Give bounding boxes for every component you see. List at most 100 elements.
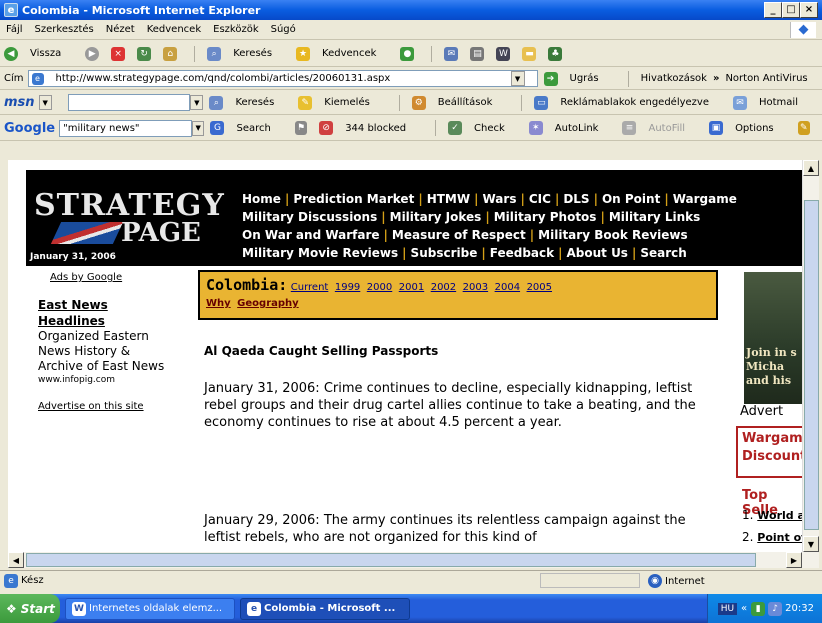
scroll-right-icon[interactable]: ▶ xyxy=(786,552,802,568)
address-dropdown[interactable]: ▼ xyxy=(510,71,525,86)
menu-file[interactable]: Fájl xyxy=(6,24,23,35)
popup-blocker-button[interactable]: ▭ Reklámablakok engedélyezve xyxy=(534,95,721,110)
media-icon[interactable]: ● xyxy=(400,46,415,61)
pagerank-icon[interactable]: ⚑ xyxy=(294,121,308,135)
scroll-up-icon[interactable]: ▲ xyxy=(803,160,819,176)
nav-link-home[interactable]: Home xyxy=(242,192,281,206)
address-input[interactable]: e http://www.strategypage.com/qnd/colomb… xyxy=(27,70,538,87)
msn-menu-dropdown[interactable]: ▼ xyxy=(38,95,52,110)
favorites-button[interactable]: ★ Kedvencek xyxy=(296,46,388,61)
msn-search-input[interactable] xyxy=(67,94,191,111)
year-link-1999[interactable]: 1999 xyxy=(335,282,360,293)
nav-link-on-war[interactable]: On War and Warfare xyxy=(242,228,380,242)
why-link[interactable]: Why xyxy=(206,298,231,309)
pencil-icon[interactable]: ✎ xyxy=(797,121,810,135)
nav-link-military-jokes[interactable]: Military Jokes xyxy=(390,210,482,224)
msn-search-button[interactable]: ⌕ Keresés xyxy=(209,95,286,110)
advertise-link[interactable]: Advertise on this site xyxy=(38,401,186,412)
scroll-left-icon[interactable]: ◀ xyxy=(8,552,24,568)
tray-chevron-icon[interactable]: « xyxy=(741,603,747,614)
network-icon[interactable]: ▮ xyxy=(751,601,766,616)
print-icon[interactable]: ▤ xyxy=(470,46,485,61)
scroll-thumb[interactable] xyxy=(804,200,819,530)
nav-link-wars[interactable]: Wars xyxy=(483,192,517,206)
spellcheck-button[interactable]: ✓ Check xyxy=(448,121,517,135)
top-seller-link[interactable]: Point of xyxy=(757,531,802,544)
menu-view[interactable]: Nézet xyxy=(106,24,135,35)
volume-icon[interactable]: ♪ xyxy=(768,601,783,616)
nav-link-measure-of-respect[interactable]: Measure of Respect xyxy=(392,228,526,242)
minimize-button[interactable]: _ xyxy=(764,2,782,18)
nav-link-book-reviews[interactable]: Military Book Reviews xyxy=(538,228,688,242)
hotmail-button[interactable]: ✉ Hotmail xyxy=(733,95,810,110)
book-ad-image[interactable]: Join in s Micha and his xyxy=(744,272,802,404)
top-seller-link[interactable]: World a xyxy=(757,509,802,522)
language-indicator[interactable]: HU xyxy=(717,602,738,615)
horizontal-scrollbar[interactable]: ◀ ▶ xyxy=(8,552,819,568)
back-button[interactable]: ◀ Vissza xyxy=(4,46,73,61)
year-link-current[interactable]: Current xyxy=(291,282,329,293)
msn-search-dropdown[interactable]: ▼ xyxy=(190,95,204,110)
nav-link-military-discussions[interactable]: Military Discussions xyxy=(242,210,377,224)
highlight-button[interactable]: ✎ Kiemelés xyxy=(298,95,382,110)
home-icon[interactable]: ⌂ xyxy=(163,46,178,61)
google-search-dropdown[interactable]: ▼ xyxy=(191,120,205,136)
autolink-button[interactable]: ✶ AutoLink xyxy=(528,121,611,135)
popup-blocked-button[interactable]: ⊘ 344 blocked xyxy=(319,121,418,135)
menu-favorites[interactable]: Kedvencek xyxy=(147,24,201,35)
forward-arrow-icon[interactable]: ▶ xyxy=(85,46,100,61)
vertical-scrollbar[interactable]: ▲ ▼ xyxy=(802,160,819,552)
nav-link-wargame[interactable]: Wargame xyxy=(673,192,737,206)
year-link-2004[interactable]: 2004 xyxy=(495,282,520,293)
nav-link-cic[interactable]: CIC xyxy=(529,192,551,206)
google-search-button[interactable]: G Search xyxy=(210,121,282,135)
settings-button[interactable]: ⚙ Beállítások xyxy=(411,95,505,110)
maximize-button[interactable]: □ xyxy=(782,2,800,18)
ads-by-google-link[interactable]: Ads by Google xyxy=(50,272,186,283)
stop-icon[interactable]: × xyxy=(111,46,126,61)
google-search-input[interactable]: "military news" xyxy=(59,119,192,137)
taskbar-item-ie[interactable]: e Colombia - Microsoft ... xyxy=(240,597,410,620)
nav-link-prediction-market[interactable]: Prediction Market xyxy=(293,192,414,206)
hscroll-thumb[interactable] xyxy=(26,553,756,567)
menu-edit[interactable]: Szerkesztés xyxy=(35,24,94,35)
ad-url[interactable]: www.infopig.com xyxy=(38,375,186,385)
autofill-button[interactable]: ≡ AutoFill xyxy=(622,121,697,135)
refresh-icon[interactable]: ↻ xyxy=(137,46,152,61)
ad-title-link[interactable]: East News Headlines xyxy=(38,297,128,329)
logo-page[interactable]: PAGE xyxy=(121,218,201,248)
year-link-2003[interactable]: 2003 xyxy=(463,282,488,293)
scroll-down-icon[interactable]: ▼ xyxy=(803,536,819,552)
options-button[interactable]: ▣ Options xyxy=(709,121,786,135)
nav-link-movie-reviews[interactable]: Military Movie Reviews xyxy=(242,246,398,260)
msn-logo[interactable]: msn xyxy=(4,95,35,110)
mail-icon[interactable]: ✉ xyxy=(444,46,459,61)
year-link-2000[interactable]: 2000 xyxy=(367,282,392,293)
links-button[interactable]: Hivatkozások xyxy=(641,73,707,84)
nav-link-military-photos[interactable]: Military Photos xyxy=(494,210,597,224)
edit-icon[interactable]: W xyxy=(496,46,511,61)
wargame-discount-link[interactable]: Wargame Discount xyxy=(736,426,802,478)
nav-link-on-point[interactable]: On Point xyxy=(602,192,660,206)
geography-link[interactable]: Geography xyxy=(237,298,299,309)
year-link-2005[interactable]: 2005 xyxy=(527,282,552,293)
nav-link-about-us[interactable]: About Us xyxy=(566,246,627,260)
nav-link-subscribe[interactable]: Subscribe xyxy=(411,246,478,260)
year-link-2001[interactable]: 2001 xyxy=(399,282,424,293)
menu-tools[interactable]: Eszközök xyxy=(213,24,259,35)
nav-link-search[interactable]: Search xyxy=(640,246,686,260)
google-logo[interactable]: Google xyxy=(4,121,55,136)
messenger-icon[interactable]: ♣ xyxy=(548,46,563,61)
close-button[interactable]: × xyxy=(800,2,818,18)
search-button[interactable]: ⌕ Keresés xyxy=(207,46,284,61)
year-link-2002[interactable]: 2002 xyxy=(431,282,456,293)
start-button[interactable]: ❖ Start xyxy=(0,594,60,623)
nav-link-htmw[interactable]: HTMW xyxy=(427,192,470,206)
nav-link-military-links[interactable]: Military Links xyxy=(609,210,700,224)
go-button[interactable]: ➔ Ugrás xyxy=(543,71,611,86)
links-chevron-icon[interactable]: » xyxy=(713,73,719,84)
nav-link-feedback[interactable]: Feedback xyxy=(490,246,554,260)
taskbar-item-word[interactable]: W Internetes oldalak elemz... xyxy=(65,597,235,620)
nav-link-dls[interactable]: DLS xyxy=(563,192,589,206)
norton-button[interactable]: Norton AntiVirus xyxy=(725,73,807,84)
